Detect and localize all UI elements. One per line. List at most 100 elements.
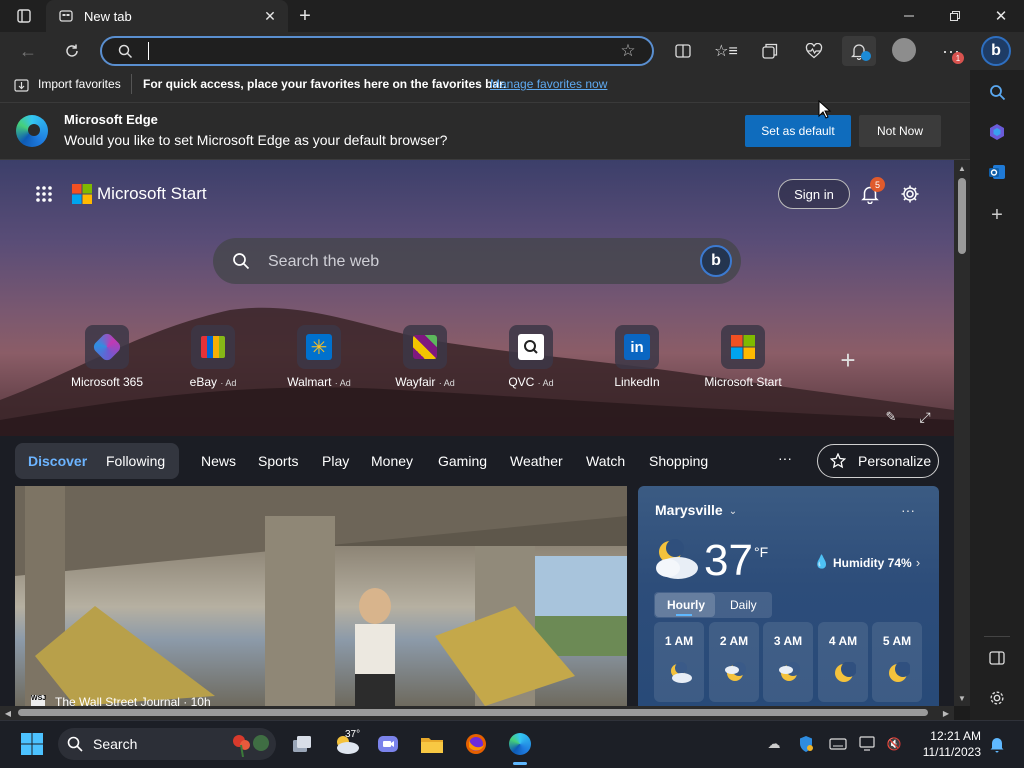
hour-label: 3 AM <box>773 634 803 648</box>
tab-play[interactable]: Play <box>322 453 349 469</box>
clock-date[interactable]: 11/11/2023 <box>911 745 981 759</box>
chevron-down-icon[interactable]: ⌄ <box>726 504 740 518</box>
article-photo-art <box>15 486 627 706</box>
keyboard-icon[interactable] <box>829 735 847 753</box>
minimize-icon[interactable] <box>898 6 920 26</box>
bing-chat-icon[interactable]: b <box>700 245 732 277</box>
tab-following[interactable]: Following <box>106 453 165 469</box>
favorites-icon[interactable]: ☆≡ <box>714 40 738 62</box>
current-temperature: 37 <box>704 536 753 585</box>
web-search-placeholder: Search the web <box>268 253 380 270</box>
import-favorites-button[interactable]: Import favorites <box>38 77 121 91</box>
qvc-icon <box>518 334 544 360</box>
not-now-button[interactable]: Not Now <box>859 115 941 147</box>
tab-watch[interactable]: Watch <box>586 453 625 469</box>
more-tabs-icon[interactable]: ··· <box>778 450 792 466</box>
active-tab[interactable] <box>46 0 288 32</box>
add-quicklink-icon[interactable]: + <box>836 345 860 375</box>
tab-money[interactable]: Money <box>371 453 413 469</box>
hide-sidebar-icon[interactable] <box>986 647 1008 669</box>
page-settings-icon[interactable] <box>898 182 922 206</box>
featured-article-image[interactable]: WSJ <box>15 486 627 706</box>
browser-essentials-icon[interactable] <box>803 40 825 62</box>
sidebar-add-icon[interactable]: + <box>986 204 1008 226</box>
tab-actions-icon[interactable] <box>14 6 34 26</box>
split-screen-icon[interactable] <box>672 40 694 62</box>
clock-time[interactable]: 12:21 AM <box>911 729 981 743</box>
sign-in-button[interactable]: Sign in <box>778 179 850 209</box>
security-shield-icon[interactable] <box>797 735 815 753</box>
tab-hourly[interactable]: Hourly <box>667 598 705 612</box>
tab-news[interactable]: News <box>201 453 236 469</box>
quicklink-microsoft365-tile[interactable] <box>85 325 129 369</box>
sidebar-divider <box>984 636 1010 637</box>
quicklink-walmart-tile[interactable]: ✳ <box>297 325 341 369</box>
weather-more-icon[interactable]: ··· <box>898 502 918 518</box>
close-tab-icon[interactable]: ✕ <box>262 8 278 24</box>
sidebar-copilot-icon[interactable] <box>986 121 1008 143</box>
network-icon[interactable] <box>859 735 877 753</box>
hour-label: 2 AM <box>719 634 749 648</box>
hourly-underline <box>676 614 692 616</box>
outlook-icon[interactable] <box>986 161 1008 183</box>
collections-icon[interactable] <box>759 40 781 62</box>
address-bar[interactable] <box>100 36 654 66</box>
m365-icon <box>91 331 123 363</box>
text-caret <box>148 42 149 60</box>
tab-daily[interactable]: Daily <box>730 598 757 612</box>
teams-chat-icon[interactable] <box>371 728 405 760</box>
edge-taskbar-icon[interactable] <box>503 728 537 760</box>
humidity-drop-icon: 💧 <box>813 554 831 569</box>
scroll-right-arrow[interactable]: ▶ <box>940 707 952 719</box>
tab-weather[interactable]: Weather <box>510 453 563 469</box>
file-explorer-icon[interactable] <box>415 728 449 760</box>
vertical-scroll-thumb[interactable] <box>958 178 966 254</box>
favorite-star-icon[interactable]: ☆ <box>618 41 638 61</box>
personalize-label: Personalize <box>858 453 932 469</box>
quicklink-qvc-tile[interactable] <box>509 325 553 369</box>
horizontal-scroll-thumb[interactable] <box>18 709 928 716</box>
quicklink-linkedin-tile[interactable]: in <box>615 325 659 369</box>
notification-center-icon[interactable] <box>988 735 1006 753</box>
scroll-up-arrow[interactable]: ▲ <box>956 162 968 174</box>
sidebar-settings-icon[interactable] <box>986 687 1008 709</box>
close-window-icon[interactable]: ✕ <box>990 6 1012 26</box>
apps-grid-icon[interactable] <box>32 182 56 206</box>
scroll-left-arrow[interactable]: ◀ <box>2 707 14 719</box>
chevron-right-icon[interactable]: › <box>912 555 924 570</box>
new-tab-button[interactable]: + <box>294 5 316 27</box>
quicklink-ebay-tile[interactable] <box>191 325 235 369</box>
scroll-down-arrow[interactable]: ▼ <box>956 692 968 704</box>
volume-muted-icon[interactable]: 🔇 <box>885 735 903 753</box>
quicklink-label: Microsoft 365 <box>70 375 144 389</box>
quicklink-microsoft-start-tile[interactable] <box>721 325 765 369</box>
tab-discover[interactable]: Discover <box>28 453 87 469</box>
hour-label: 1 AM <box>664 634 694 648</box>
refresh-icon[interactable] <box>60 40 84 62</box>
quicklink-wayfair-tile[interactable] <box>403 325 447 369</box>
cloud-offline-icon[interactable]: ☁ <box>765 735 783 753</box>
task-view-icon[interactable] <box>285 728 319 760</box>
expand-icon[interactable]: ⤢ <box>916 408 934 426</box>
tab-gaming[interactable]: Gaming <box>438 453 487 469</box>
profile-avatar[interactable] <box>892 38 916 62</box>
start-button[interactable] <box>15 728 49 760</box>
partly-cloudy-night-icon <box>652 538 700 582</box>
walmart-spark-icon: ✳ <box>306 334 332 360</box>
back-icon[interactable]: ← <box>16 40 40 62</box>
manage-favorites-link[interactable]: Manage favorites now <box>490 77 607 91</box>
tab-title: New tab <box>84 9 132 24</box>
new-tab-page: Microsoft Start Sign in 5 Search the web… <box>0 160 954 706</box>
new-tab-page-icon <box>58 8 74 24</box>
sidebar-search-icon[interactable] <box>986 81 1008 103</box>
restore-icon[interactable] <box>944 6 966 26</box>
customize-background-icon[interactable]: ✎ <box>882 408 900 426</box>
notification-count-badge: 5 <box>870 177 885 192</box>
firefox-icon[interactable] <box>459 728 493 760</box>
tab-sports[interactable]: Sports <box>258 453 298 469</box>
weather-location[interactable]: Marysville <box>655 502 723 518</box>
set-as-default-button[interactable]: Set as default <box>745 115 851 147</box>
tab-shopping[interactable]: Shopping <box>649 453 708 469</box>
copilot-icon: b <box>991 42 1001 59</box>
microsoft-start-brand[interactable]: Microsoft Start <box>97 184 207 204</box>
